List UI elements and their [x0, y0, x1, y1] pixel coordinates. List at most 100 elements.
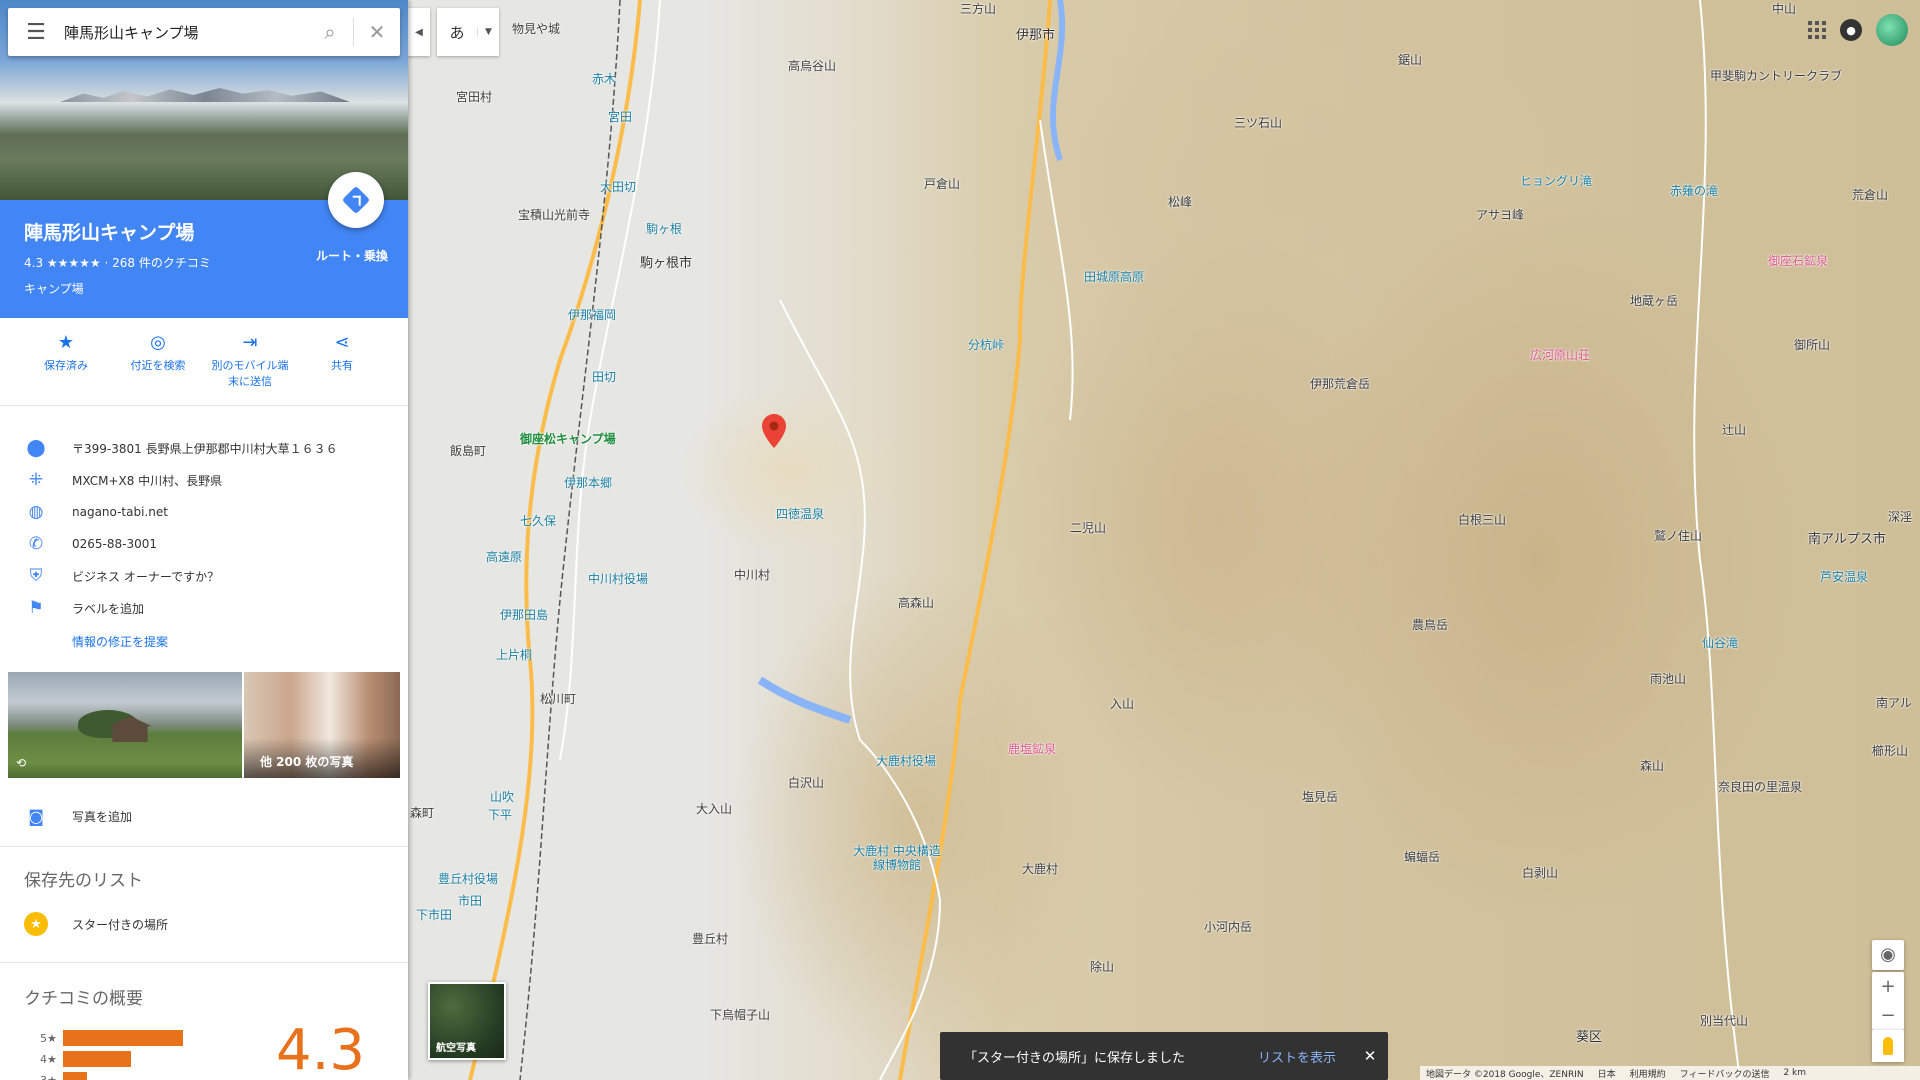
photo-more[interactable]: 他 200 枚の写真 — [244, 672, 400, 778]
phone-row[interactable]: ✆ 0265-88-3001 — [0, 528, 408, 560]
place-panel: 陣馬形山キャンプ場 4.3 ★★★★★ · 268 件のクチコミ キャンプ場 ル… — [0, 0, 408, 1080]
close-icon[interactable]: ✕ — [1352, 1047, 1388, 1065]
satellite-toggle[interactable]: 航空写真 — [428, 982, 506, 1060]
reviews-summary-title: クチコミの概要 — [24, 989, 143, 1009]
map-data-attribution: 地図データ ©2018 Google、ZENRIN — [1426, 1069, 1584, 1080]
map-label: 三方山 — [960, 2, 997, 16]
map-label: 中川村 — [734, 568, 771, 582]
bookmark-star-icon: ★ — [57, 332, 75, 353]
map-label: 下市田 — [416, 908, 453, 922]
map-label: 戸倉山 — [924, 177, 961, 191]
place-rating[interactable]: 4.3 ★★★★★ · 268 件のクチコミ — [24, 254, 211, 271]
nearby-button[interactable]: ◎ 付近を検索 — [112, 330, 204, 374]
zoom-out-button[interactable]: − — [1872, 1001, 1904, 1030]
add-label-row[interactable]: ⚑ ラベルを追加 — [0, 592, 408, 624]
map-label: 中山 — [1772, 2, 1797, 16]
scale-label[interactable]: 2 km — [1783, 1068, 1806, 1078]
saved-toast: 「スター付きの場所」に保存しました リストを表示 ✕ — [940, 1032, 1388, 1080]
region-link[interactable]: 日本 — [1598, 1067, 1616, 1080]
verified-shield-icon: ⛨ — [29, 566, 43, 586]
zoom-in-button[interactable]: + — [1872, 972, 1904, 1001]
map-label: 中川村役場 — [588, 572, 649, 586]
directions-icon — [341, 185, 371, 215]
map-label: 伊那荒倉岳 — [1310, 377, 1371, 391]
map-label: 御座松キャンプ場 — [520, 432, 616, 446]
map-label: ヒョングリ滝 — [1520, 174, 1593, 188]
map-label: 大鹿村 — [1022, 862, 1059, 876]
ime-toggle[interactable]: あ ▼ — [437, 8, 499, 56]
map-label: 分杭峠 — [968, 338, 1005, 352]
directions-label: ルート・乗換 — [316, 249, 389, 263]
average-rating: 4.3 — [276, 1018, 366, 1080]
zoom-control: + − — [1872, 972, 1904, 1030]
map-label: 二児山 — [1070, 521, 1107, 535]
send-to-phone-icon: ⇥ — [242, 332, 258, 353]
send-to-phone-button[interactable]: ⇥ 別のモバイル端 末に送信 — [204, 330, 296, 390]
website-row[interactable]: ◍ nagano-tabi.net — [0, 496, 408, 528]
add-photo-button[interactable]: ◙ 写真を追加 — [0, 800, 408, 832]
feedback-link[interactable]: フィードバックの送信 — [1680, 1067, 1770, 1080]
place-title: 陣馬形山キャンプ場 — [24, 222, 195, 244]
map-label: 松川町 — [540, 692, 577, 706]
collapse-panel-button[interactable]: ◀ — [408, 8, 430, 56]
camera-icon: ◙ — [28, 806, 44, 826]
apps-grid-icon[interactable] — [1808, 21, 1826, 39]
ime-mode: あ — [449, 23, 465, 42]
share-icon: ⋖ — [334, 332, 350, 353]
rating-bar-5[interactable]: 5 ★ — [40, 1030, 183, 1046]
my-location-button[interactable]: ◉ — [1872, 940, 1904, 970]
map-label: アサヨ峰 — [1476, 208, 1525, 222]
toast-message: 「スター付きの場所」に保存しました — [964, 1050, 1186, 1066]
notifications-icon[interactable]: ● — [1840, 19, 1862, 41]
view-list-link[interactable]: リストを表示 — [1258, 1047, 1336, 1066]
globe-icon: ◍ — [28, 502, 44, 522]
place-category[interactable]: キャンプ場 — [24, 280, 84, 297]
starred-list-item[interactable]: ★ スター付きの場所 — [0, 908, 408, 940]
photo-street-view[interactable]: ⟲ — [8, 672, 242, 778]
rating-bar-3[interactable]: 3 ★ — [40, 1072, 87, 1080]
map-label: 七久保 — [520, 514, 557, 528]
search-input[interactable]: 陣馬形山キャンプ場 — [64, 22, 307, 43]
terms-link[interactable]: 利用規約 — [1630, 1067, 1666, 1080]
map-label: 地蔵ヶ岳 — [1630, 294, 1679, 308]
directions-button[interactable] — [328, 172, 384, 228]
rating-bar-4[interactable]: 4 ★ — [40, 1051, 131, 1067]
map-label: 入山 — [1110, 697, 1135, 711]
map-label: 三ツ石山 — [1234, 116, 1283, 130]
photo-strip: ⟲ 他 200 枚の写真 — [8, 672, 400, 778]
claim-business-row[interactable]: ⛨ ビジネス オーナーですか？ — [0, 560, 408, 592]
search-box: ☰ 陣馬形山キャンプ場 ⌕ ✕ — [8, 8, 400, 56]
map-label: 御座石鉱泉 — [1768, 254, 1829, 268]
place-actions: ★ 保存済み ◎ 付近を検索 ⇥ 別のモバイル端 末に送信 ⋖ 共有 — [0, 318, 408, 406]
avatar[interactable] — [1876, 14, 1908, 46]
address-row[interactable]: ⬤ 〒399-3801 長野県上伊那郡中川村大草１６３６ — [0, 432, 408, 464]
map-label: 伊那福岡 — [568, 308, 617, 322]
map-label: 大鹿村役場 — [876, 754, 937, 768]
share-button[interactable]: ⋖ 共有 — [296, 330, 388, 374]
map-label: 田切 — [592, 370, 617, 384]
map-label: 駒ヶ根 — [646, 222, 683, 236]
map-label: 森町 — [410, 806, 435, 820]
map-label: 大鹿村 中央構造線博物館 — [853, 844, 941, 873]
selected-place-marker[interactable] — [762, 414, 786, 448]
search-icon[interactable]: ⌕ — [307, 8, 353, 56]
map-pin-icon: ⬤ — [26, 438, 46, 458]
map-label: 白剥山 — [1522, 866, 1559, 880]
map-label: 山吹 — [490, 790, 515, 804]
map-label: 下烏帽子山 — [710, 1008, 771, 1022]
map-label: 宮田 — [608, 110, 633, 124]
map-label: 南アル — [1876, 696, 1912, 710]
saved-lists-title: 保存先のリスト — [24, 871, 143, 891]
save-button[interactable]: ★ 保存済み — [20, 330, 112, 374]
map-label: 小河内岳 — [1204, 920, 1253, 934]
chevron-down-icon[interactable]: ▼ — [477, 27, 499, 37]
map-label: 物見や城 — [512, 22, 561, 36]
map-label: 白根三山 — [1458, 513, 1507, 527]
plus-code-row[interactable]: ⁜ MXCM+X8 中川村、長野県 — [0, 464, 408, 496]
suggest-edit-link[interactable]: 情報の修正を提案 — [72, 633, 168, 650]
menu-icon[interactable]: ☰ — [8, 8, 64, 56]
map-label: 宝積山光前寺 — [518, 208, 591, 222]
street-view-pegman[interactable] — [1872, 1030, 1904, 1062]
close-icon[interactable]: ✕ — [354, 8, 400, 56]
map-label: 塩見岳 — [1302, 790, 1339, 804]
